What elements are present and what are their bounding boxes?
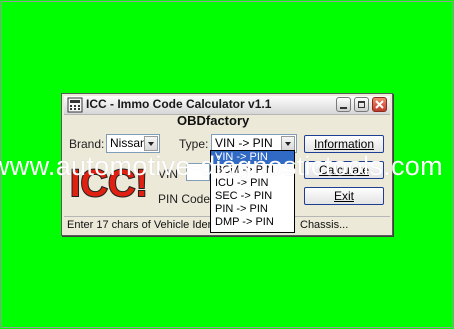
watermark-text: www.automotive-diagnostictools.com xyxy=(0,151,443,181)
close-button[interactable] xyxy=(372,97,387,112)
window-title: ICC - Immo Code Calculator v1.1 xyxy=(86,97,272,111)
pin-code-label: PIN Code: xyxy=(158,192,214,206)
status-text: Enter 17 chars of Vehicle Ident xyxy=(67,219,217,231)
dropdown-item[interactable]: SEC -> PIN xyxy=(211,190,294,203)
chevron-down-icon[interactable] xyxy=(144,136,158,151)
chevron-down-icon[interactable] xyxy=(281,136,295,151)
brand-label: Brand: xyxy=(69,137,105,151)
maximize-button[interactable] xyxy=(354,97,369,112)
status-right-text: Chassis... xyxy=(300,219,349,231)
type-value: VIN -> PIN xyxy=(215,136,273,150)
minimize-button[interactable] xyxy=(336,97,351,112)
brand-value: Nissan xyxy=(110,136,147,150)
exit-button[interactable]: Exit xyxy=(304,187,384,205)
dropdown-item[interactable]: DMP -> PIN xyxy=(211,216,294,229)
close-icon xyxy=(375,100,384,109)
brand-subtitle: OBDfactory xyxy=(177,113,250,128)
dropdown-item[interactable]: PIN -> PIN xyxy=(211,203,294,216)
calculator-icon[interactable] xyxy=(67,97,83,113)
type-label: Type: xyxy=(179,137,209,151)
